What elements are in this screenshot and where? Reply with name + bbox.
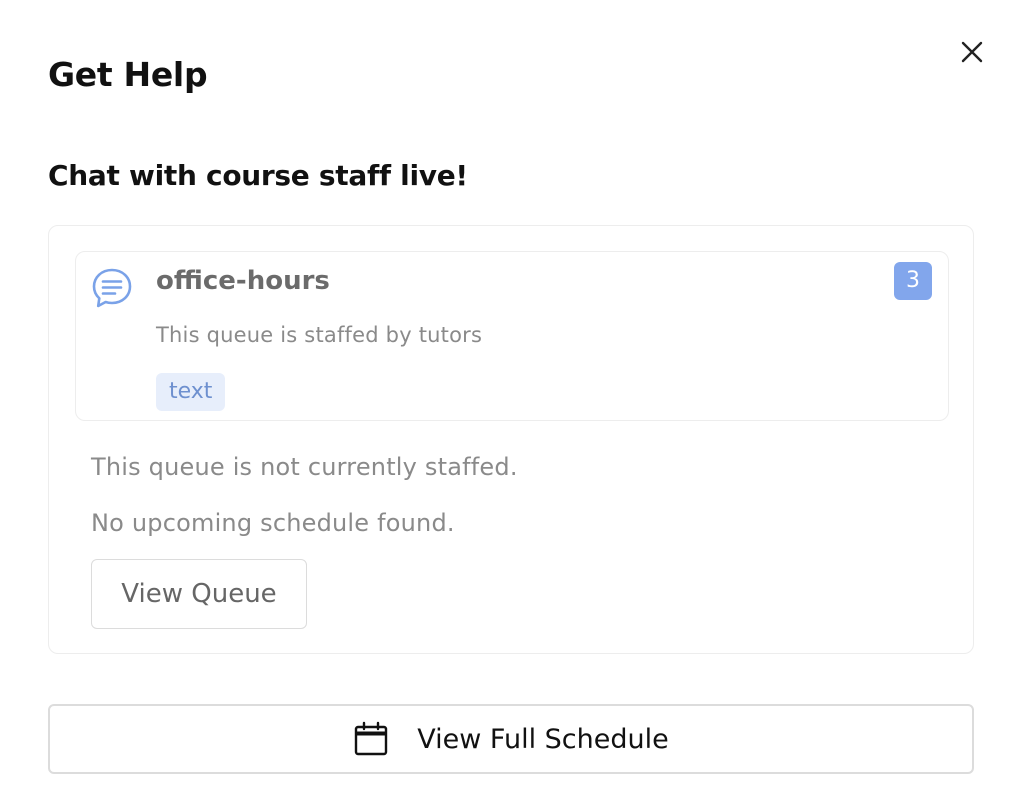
close-button[interactable] (956, 36, 988, 68)
schedule-status-text: No upcoming schedule found. (91, 509, 455, 537)
get-help-dialog: Get Help Chat with course staff live! of… (0, 0, 1024, 810)
queue-description: This queue is staffed by tutors (156, 323, 483, 347)
queue-panel: office-hours This queue is staffed by tu… (48, 225, 974, 654)
section-heading: Chat with course staff live! (48, 159, 468, 192)
calendar-icon (355, 721, 388, 756)
view-full-schedule-button[interactable]: View Full Schedule (48, 704, 974, 774)
queue-type-tag: text (156, 373, 226, 411)
staffing-status-text: This queue is not currently staffed. (91, 453, 518, 481)
view-queue-button[interactable]: View Queue (91, 559, 307, 629)
queue-count-badge: 3 (894, 262, 932, 300)
chat-bubble-icon (92, 268, 132, 308)
queue-card[interactable]: office-hours This queue is staffed by tu… (75, 251, 949, 421)
dialog-title: Get Help (48, 55, 208, 94)
queue-name: office-hours (156, 266, 330, 296)
view-full-schedule-label: View Full Schedule (417, 723, 669, 755)
close-icon (961, 41, 983, 63)
